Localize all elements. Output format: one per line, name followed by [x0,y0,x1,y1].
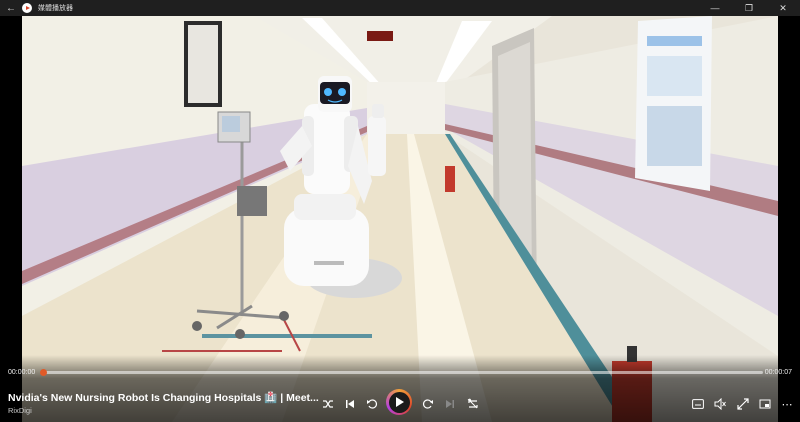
skip-forward-30-icon[interactable] [420,396,436,412]
minimize-icon[interactable]: — [698,0,732,16]
play-icon [388,391,410,413]
skip-back-10-icon[interactable] [364,396,380,412]
fullscreen-icon[interactable] [735,396,751,412]
duration: 00:00:07 [764,369,792,376]
seek-bar[interactable] [40,369,763,376]
repeat-icon[interactable] [465,396,481,412]
previous-track-icon[interactable] [342,396,358,412]
channel-name: RixDigi [8,406,32,415]
media-player-app-icon [22,3,32,13]
play-button[interactable] [386,389,412,415]
current-time: 00:00:00 [8,369,36,376]
media-title: Nvidia's New Nursing Robot Is Changing H… [8,392,319,404]
window-title: 媒體播放器 [38,5,73,12]
volume-mute-icon[interactable] [712,396,728,412]
seek-bar-thumb[interactable] [40,369,47,376]
maximize-icon[interactable]: ❐ [732,0,766,16]
next-track-icon[interactable] [442,396,458,412]
title-bar: ← 媒體播放器 — ❐ ✕ [0,0,800,16]
close-icon[interactable]: ✕ [766,0,800,16]
shuffle-icon[interactable] [320,396,336,412]
more-options-icon[interactable]: ⋯ [779,396,795,412]
captions-icon[interactable] [690,396,706,412]
mini-player-icon[interactable] [757,396,773,412]
back-arrow-icon[interactable]: ← [0,0,22,16]
